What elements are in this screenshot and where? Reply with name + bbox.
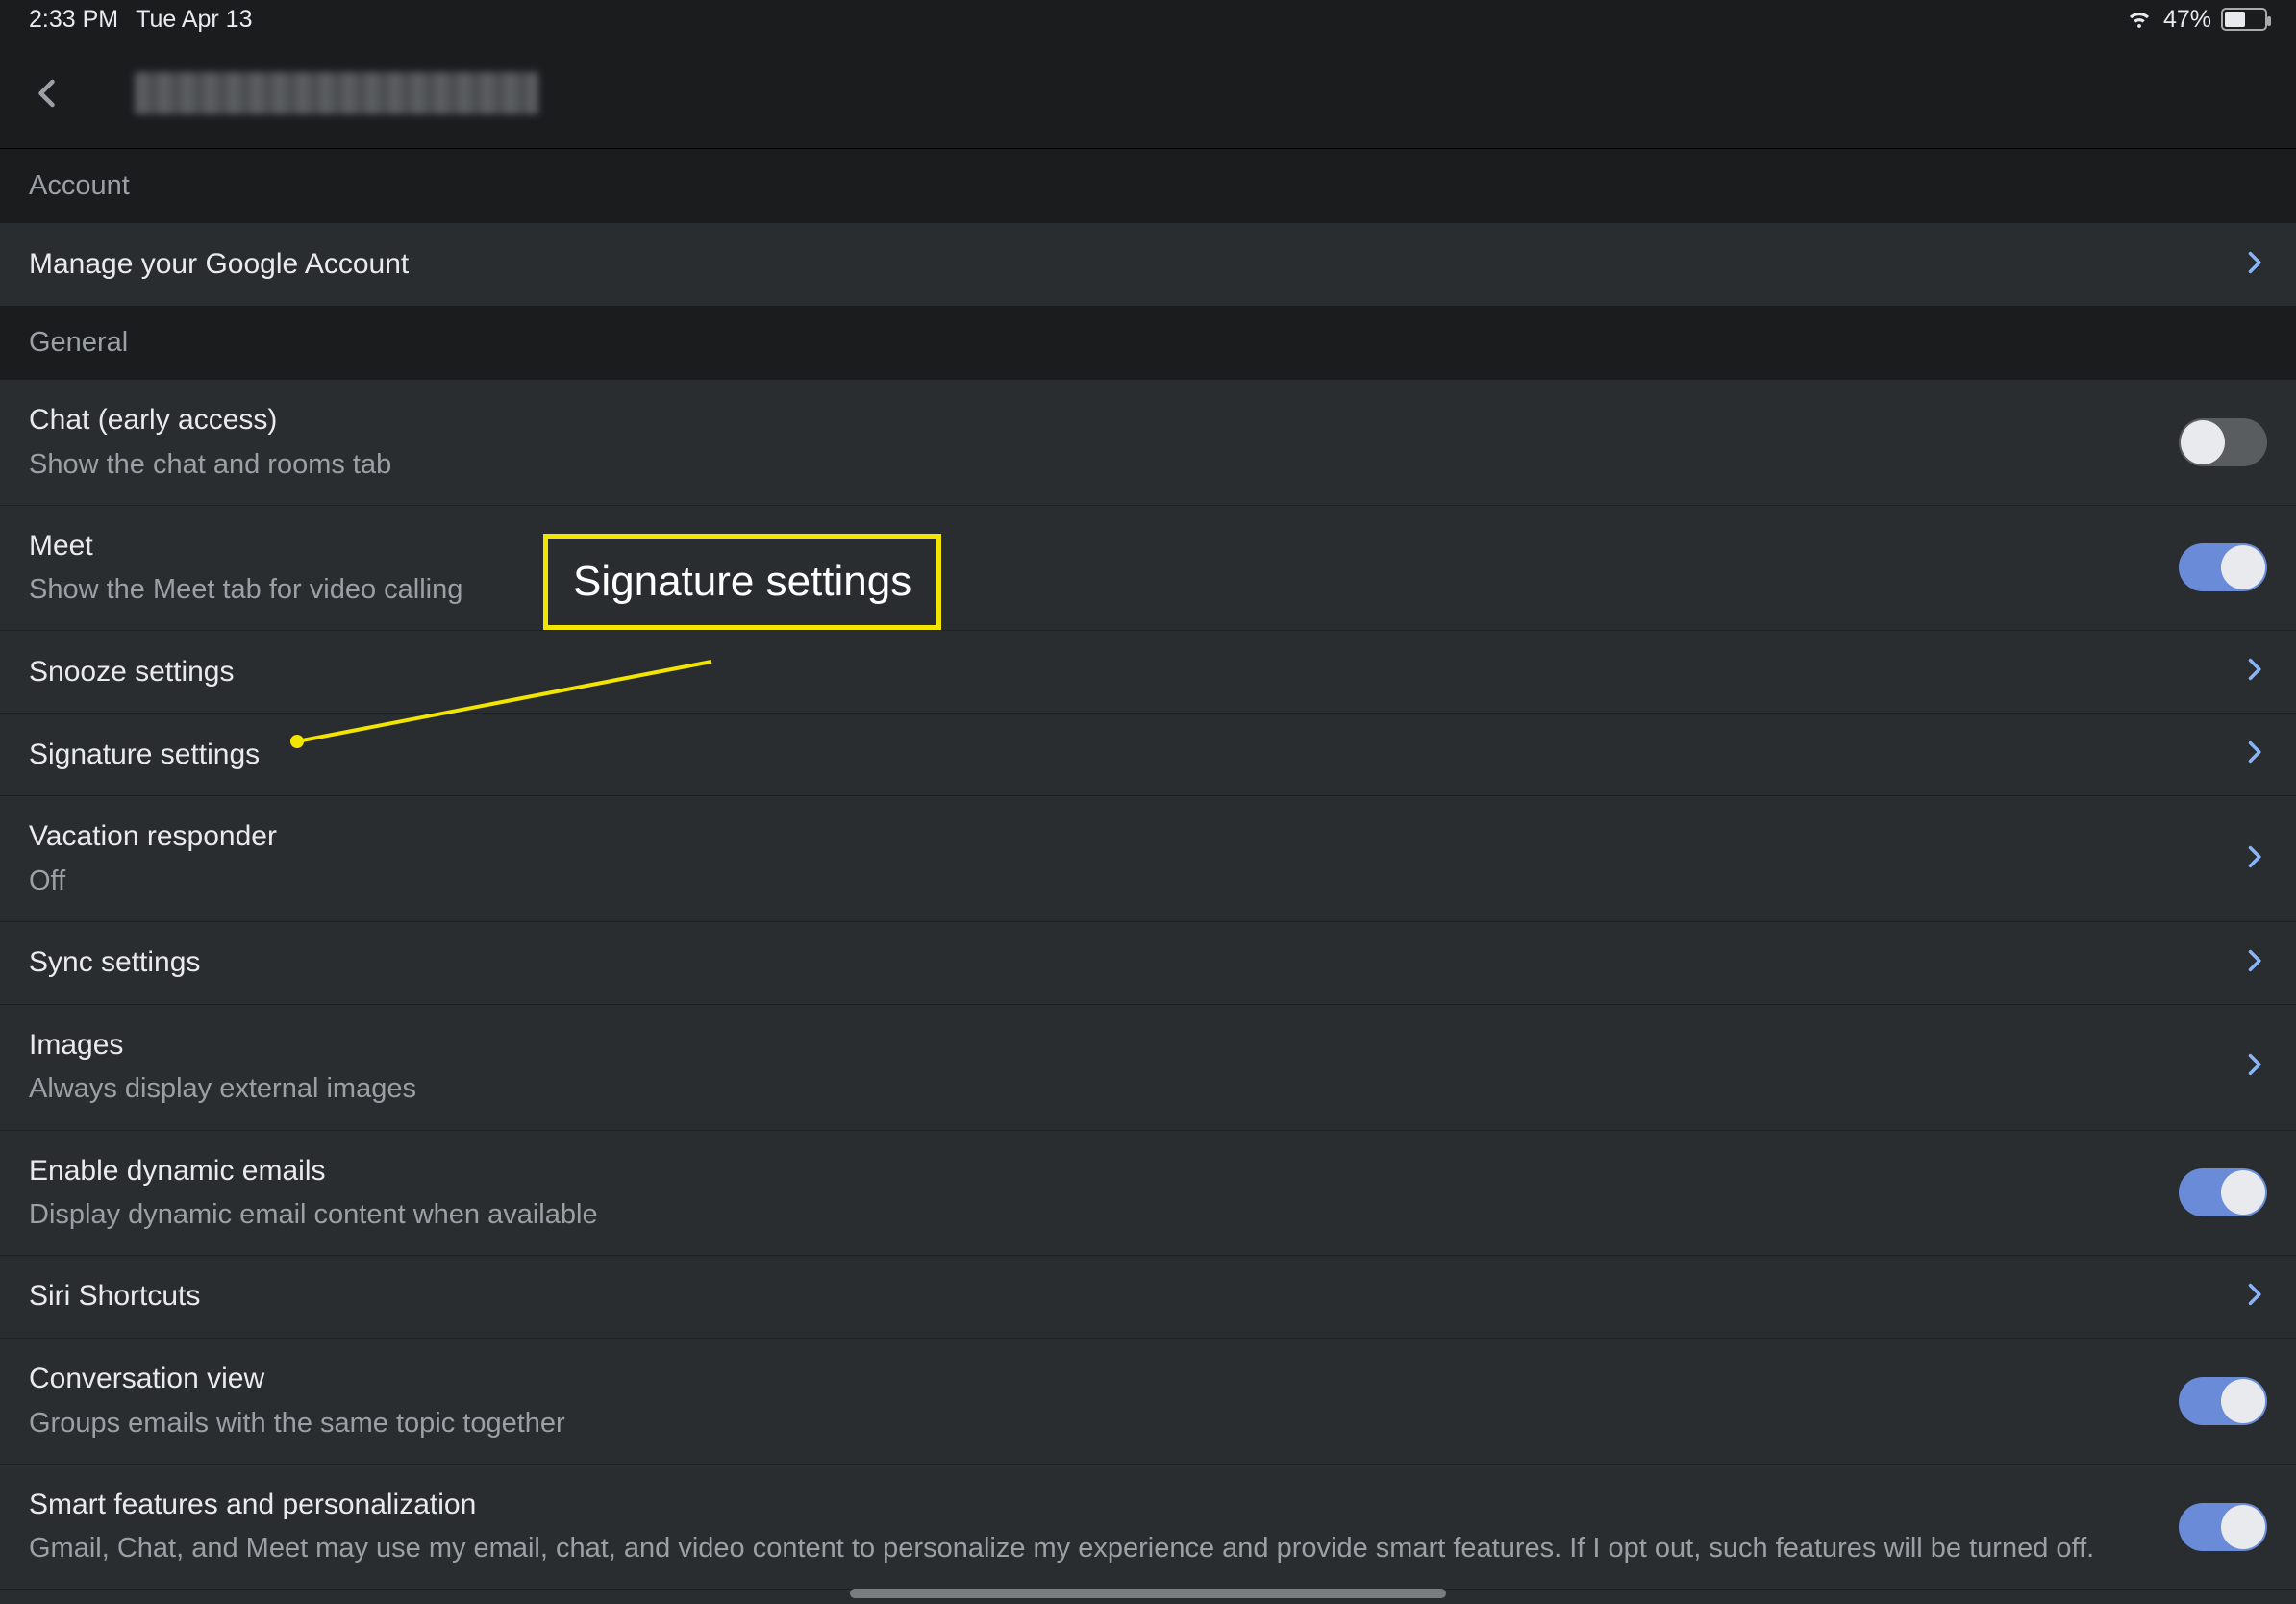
status-date: Tue Apr 13 (136, 6, 252, 34)
row-subtitle: Show the chat and rooms tab (29, 446, 2179, 484)
row-title: Images (29, 1026, 2240, 1065)
annotation-callout: Signature settings (543, 534, 941, 630)
status-battery-pct: 47% (2163, 6, 2211, 34)
row-title: Signature settings (29, 736, 2240, 775)
annotation-dot (290, 735, 304, 748)
toggle-dynamic-emails[interactable] (2179, 1168, 2267, 1216)
chevron-right-icon (2240, 1281, 2267, 1313)
toggle-conversation-view[interactable] (2179, 1377, 2267, 1425)
row-siri-shortcuts[interactable]: Siri Shortcuts (0, 1256, 2296, 1339)
chevron-right-icon (2240, 656, 2267, 688)
chevron-right-icon (2240, 739, 2267, 770)
wifi-icon (2125, 2, 2154, 38)
row-title: Smart features and personalization (29, 1486, 2179, 1525)
row-vacation-responder[interactable]: Vacation responder Off (0, 796, 2296, 922)
row-subtitle: Show the Meet tab for video calling (29, 571, 2179, 609)
row-subtitle: Always display external images (29, 1070, 2240, 1108)
home-indicator[interactable] (850, 1589, 1446, 1598)
row-title: Siri Shortcuts (29, 1277, 2240, 1316)
row-title: Sync settings (29, 943, 2240, 983)
row-dynamic-emails[interactable]: Enable dynamic emails Display dynamic em… (0, 1131, 2296, 1257)
row-smart-features[interactable]: Smart features and personalization Gmail… (0, 1465, 2296, 1591)
row-meet[interactable]: Meet Show the Meet tab for video calling (0, 506, 2296, 632)
toggle-chat[interactable] (2179, 418, 2267, 466)
page-title-redacted (135, 72, 538, 114)
row-snooze-settings[interactable]: Snooze settings (0, 631, 2296, 714)
row-signature-settings[interactable]: Signature settings (0, 714, 2296, 796)
settings-list: Account Manage your Google Account Gener… (0, 149, 2296, 1604)
row-conversation-view[interactable]: Conversation view Groups emails with the… (0, 1339, 2296, 1465)
toggle-smart-features[interactable] (2179, 1503, 2267, 1551)
row-manage-account[interactable]: Manage your Google Account (0, 223, 2296, 306)
row-title: Manage your Google Account (29, 245, 2240, 285)
status-bar: 2:33 PM Tue Apr 13 47% (0, 0, 2296, 38)
row-chat[interactable]: Chat (early access) Show the chat and ro… (0, 380, 2296, 506)
row-title: Snooze settings (29, 653, 2240, 692)
row-subtitle: Gmail, Chat, and Meet may use my email, … (29, 1530, 2179, 1567)
row-sync-settings[interactable]: Sync settings (0, 922, 2296, 1005)
section-header-general: General (0, 306, 2296, 380)
row-images[interactable]: Images Always display external images (0, 1005, 2296, 1131)
row-subtitle: Off (29, 863, 2240, 900)
chevron-right-icon (2240, 249, 2267, 281)
row-title: Conversation view (29, 1360, 2179, 1399)
toggle-meet[interactable] (2179, 543, 2267, 591)
chevron-right-icon (2240, 1051, 2267, 1083)
row-title: Enable dynamic emails (29, 1152, 2179, 1191)
row-title: Meet (29, 527, 2179, 566)
annotation-text: Signature settings (573, 558, 911, 605)
status-time: 2:33 PM (29, 6, 118, 34)
battery-icon (2221, 8, 2267, 31)
back-button[interactable] (29, 74, 67, 113)
chevron-right-icon (2240, 947, 2267, 979)
nav-header (0, 38, 2296, 149)
section-header-account: Account (0, 149, 2296, 223)
row-subtitle: Groups emails with the same topic togeth… (29, 1405, 2179, 1442)
row-title: Vacation responder (29, 817, 2240, 857)
row-subtitle: Display dynamic email content when avail… (29, 1196, 2179, 1234)
chevron-right-icon (2240, 843, 2267, 875)
row-title: Chat (early access) (29, 401, 2179, 440)
